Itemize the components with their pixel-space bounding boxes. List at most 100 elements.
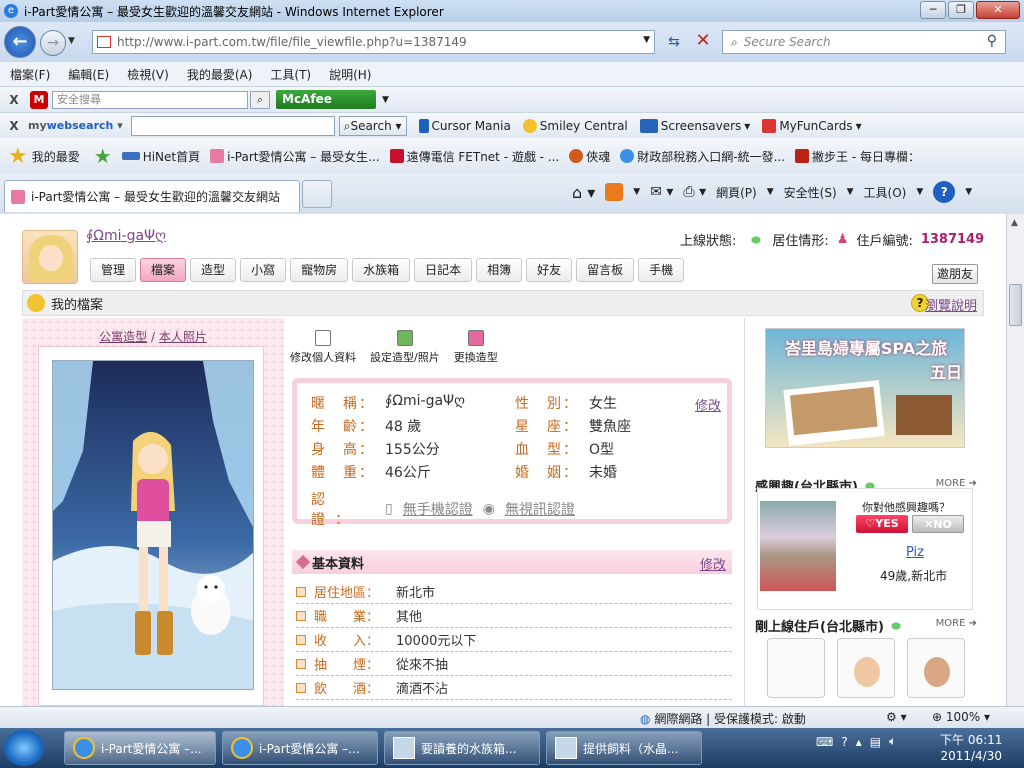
menu-favorites[interactable]: 我的最愛(A) <box>187 66 253 83</box>
tray-expand-icon[interactable]: ▴ <box>856 735 862 749</box>
history-dropdown-icon[interactable]: ▼ <box>68 36 75 46</box>
address-dropdown-icon[interactable]: ▼ <box>643 35 650 45</box>
clock[interactable]: 下午 06:11 2011/4/30 <box>940 732 1002 764</box>
favorites-label[interactable]: 我的最愛 <box>32 148 80 165</box>
stop-icon[interactable]: ✕ <box>690 30 716 54</box>
forward-button[interactable]: → <box>40 30 66 56</box>
fav-ipart[interactable]: i-Part愛情公寓 – 最受女生... <box>210 148 380 165</box>
match-name-link[interactable]: Piz <box>906 545 924 560</box>
tab-guestbook[interactable]: 留言板 <box>576 258 635 282</box>
online-more-link[interactable]: MORE ➜ <box>936 618 977 629</box>
username[interactable]: ∮Ωmi-gaΨღ <box>86 228 166 244</box>
page-menu[interactable]: 網頁(P) <box>716 184 757 201</box>
tab-mobile[interactable]: 手機 <box>638 258 685 282</box>
refresh-icon[interactable]: ⇆ <box>660 30 688 54</box>
safety-menu[interactable]: 安全性(S) <box>784 184 837 201</box>
help-icon[interactable]: ? <box>933 181 956 203</box>
scroll-thumb[interactable] <box>1009 284 1022 326</box>
print-icon[interactable]: ⎙ ▾ <box>683 184 706 200</box>
close-button[interactable]: ✕ <box>976 1 1020 19</box>
video-verify-link[interactable]: 無視訊認證 <box>505 499 575 519</box>
fav-tax[interactable]: 財政部稅務入口網-統一發... <box>620 148 785 165</box>
browser-tab[interactable]: i-Part愛情公寓 – 最受女生歡迎的溫馨交友網站 <box>4 180 300 212</box>
fav-xiahun[interactable]: 俠魂 <box>569 148 610 165</box>
fav-piebuwang[interactable]: 撇步王 - 每日專欄： <box>795 148 920 165</box>
minimize-button[interactable]: ─ <box>920 1 946 19</box>
search-go-icon[interactable]: ⚲ <box>987 33 997 49</box>
taskbar-item-ie-2[interactable]: i-Part愛情公寓 –... <box>222 731 378 765</box>
new-tab-button[interactable] <box>302 180 332 208</box>
real-photo-tab[interactable]: 本人照片 <box>159 330 207 344</box>
fav-hinet[interactable]: HiNet首頁 <box>121 148 200 165</box>
online-resident-thumb[interactable] <box>837 638 895 698</box>
address-bar[interactable]: http://www.i-part.com.tw/file/file_viewf… <box>92 30 655 54</box>
add-favorite-icon[interactable]: ★ <box>94 144 112 168</box>
tab-manage[interactable]: 管理 <box>90 258 137 282</box>
scroll-up-icon[interactable]: ▲ <box>1011 218 1018 228</box>
tab-file[interactable]: 檔案 <box>140 258 187 282</box>
browse-help-link[interactable]: 瀏覽說明 <box>925 295 977 314</box>
mywebsearch-logo[interactable]: mywebsearch ▾ <box>28 119 123 132</box>
menu-edit[interactable]: 編輯(E) <box>68 66 109 83</box>
mail-icon[interactable]: ✉ ▾ <box>650 184 673 200</box>
maximize-button[interactable]: ❐ <box>948 1 974 19</box>
tab-album[interactable]: 相簿 <box>476 258 523 282</box>
menu-help[interactable]: 說明(H) <box>329 66 371 83</box>
safe-search-input[interactable]: 安全搜尋 <box>52 90 248 109</box>
phone-verify-link[interactable]: 無手機認證 <box>403 499 473 519</box>
home-icon[interactable]: ⌂ ▾ <box>572 183 595 202</box>
tab-diary[interactable]: 日記本 <box>414 258 473 282</box>
feeds-dropdown-icon[interactable]: ▼ <box>633 187 640 197</box>
menu-file[interactable]: 檔案(F) <box>10 66 50 83</box>
close-toolbar-icon[interactable]: X <box>4 93 24 107</box>
zoom-level[interactable]: ⊕ 100% ▾ <box>932 710 990 724</box>
network-icon[interactable]: ▤ <box>870 735 881 749</box>
volume-icon[interactable]: 🔈︎ <box>889 734 896 749</box>
safety-menu-dropdown-icon[interactable]: ▼ <box>847 187 854 197</box>
tools-menu-dropdown-icon[interactable]: ▼ <box>916 187 923 197</box>
mcafee-dropdown-icon[interactable]: ▼ <box>382 95 389 105</box>
keyboard-icon[interactable]: ⌨ <box>816 735 833 749</box>
taskbar-item-notepad-2[interactable]: 提供飼料（水晶... <box>546 731 702 765</box>
cursor-mania-link[interactable]: Cursor Mania <box>418 118 511 133</box>
help-tray-icon[interactable]: ? <box>841 735 847 749</box>
tab-aquarium[interactable]: 水族箱 <box>352 258 411 282</box>
invite-friends-button[interactable]: 邀朋友 <box>932 264 979 284</box>
help-dropdown-icon[interactable]: ▼ <box>965 187 972 197</box>
security-zone[interactable]: ◍ 網際網路 | 受保護模式: 啟動 <box>640 710 806 727</box>
menu-tools[interactable]: 工具(T) <box>270 66 311 83</box>
edit-profile-link[interactable]: 修改 <box>695 395 721 414</box>
change-style-action[interactable]: 更換造型 <box>454 330 498 365</box>
match-photo[interactable] <box>760 501 836 591</box>
no-button[interactable]: ✕NO <box>912 515 964 533</box>
myfuncards-link[interactable]: MyFunCards ▾ <box>762 118 862 133</box>
close-toolbar-icon[interactable]: X <box>4 119 24 133</box>
mcafee-button[interactable]: McAfee <box>276 90 376 109</box>
safe-search-button[interactable]: ⌕ <box>250 90 270 109</box>
taskbar-item-ie-1[interactable]: i-Part愛情公寓 –... <box>64 731 216 765</box>
tab-style[interactable]: 造型 <box>190 258 237 282</box>
apartment-style-tab[interactable]: 公寓造型 <box>99 330 147 344</box>
set-style-photo-action[interactable]: 設定造型/照片 <box>370 330 440 365</box>
avatar[interactable] <box>22 230 78 284</box>
edit-profile-action[interactable]: 修改個人資料 <box>290 330 356 365</box>
tab-friends[interactable]: 好友 <box>526 258 573 282</box>
favorites-star-icon[interactable]: ★ <box>8 144 28 169</box>
start-button[interactable] <box>4 730 44 766</box>
page-menu-dropdown-icon[interactable]: ▼ <box>767 187 774 197</box>
online-resident-thumb[interactable] <box>907 638 965 698</box>
websearch-input[interactable] <box>130 115 335 136</box>
secure-search-input[interactable]: ⌕ Secure Search ⚲ <box>722 30 1006 54</box>
smiley-central-link[interactable]: Smiley Central <box>522 118 628 133</box>
spa-ad-banner[interactable]: 峇里島婦專屬SPA之旅 五日 <box>765 328 965 448</box>
fav-fetnet[interactable]: 遠傳電信 FETnet - 遊戲 - ... <box>389 148 559 165</box>
menu-view[interactable]: 檢視(V) <box>127 66 169 83</box>
online-resident-thumb[interactable] <box>767 638 825 698</box>
screensavers-link[interactable]: Screensavers ▾ <box>639 118 750 133</box>
status-settings-icon[interactable]: ⚙ ▾ <box>886 710 907 724</box>
back-button[interactable]: ← <box>4 26 36 58</box>
tab-nest[interactable]: 小窩 <box>240 258 287 282</box>
taskbar-item-notepad-1[interactable]: 要讀養的水族箱... <box>384 731 540 765</box>
websearch-button[interactable]: ⌕Search ▾ <box>338 115 407 136</box>
yes-button[interactable]: ♡YES <box>856 515 908 533</box>
